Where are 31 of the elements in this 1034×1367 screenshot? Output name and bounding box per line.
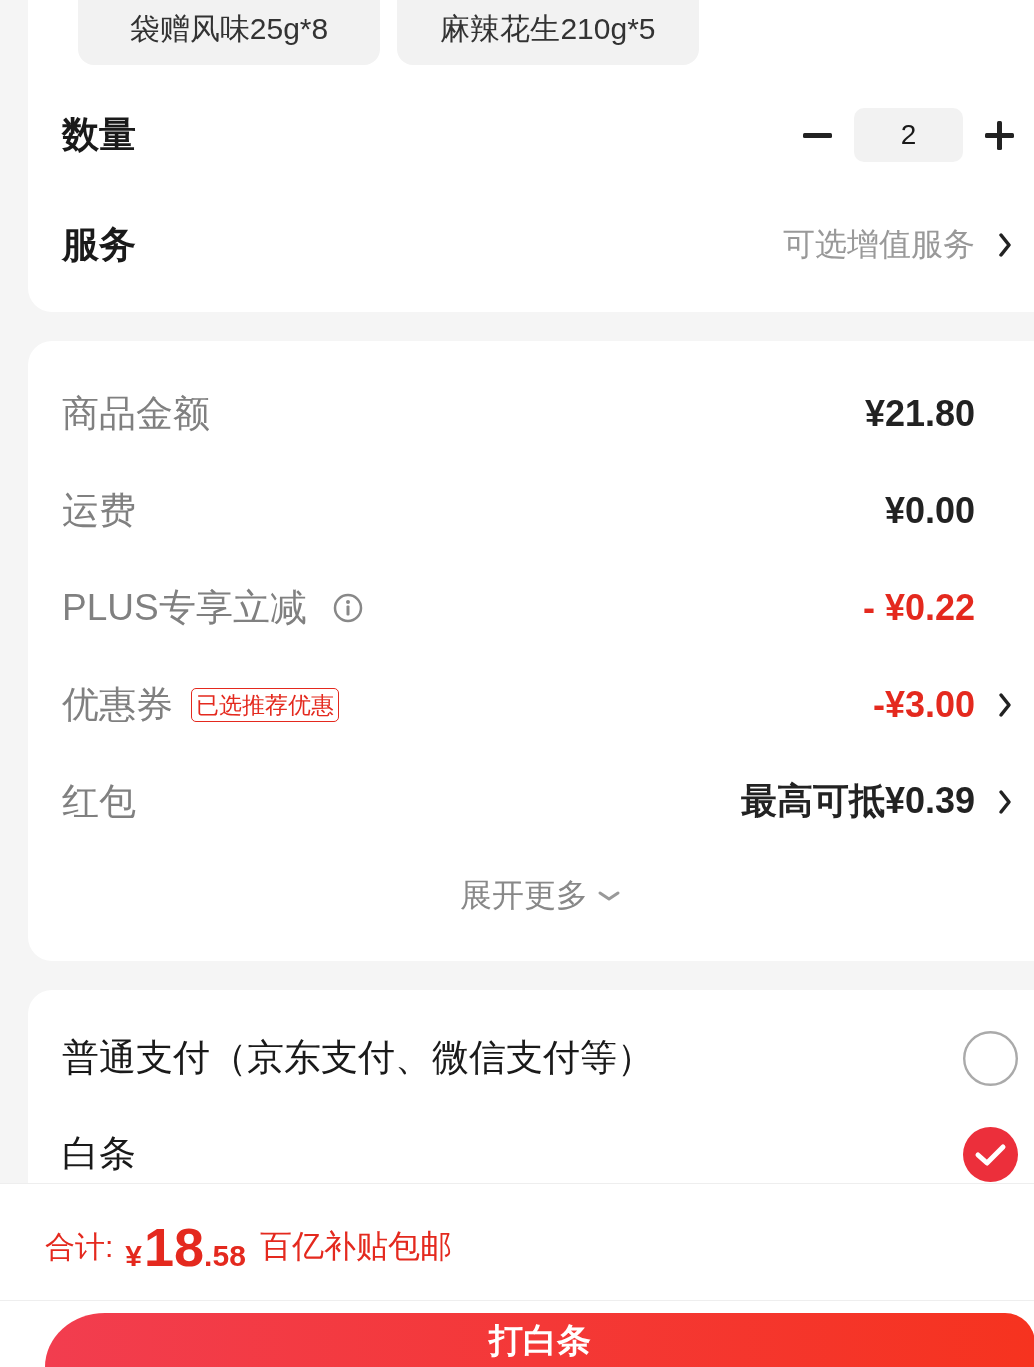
pay-button[interactable]: 打白条 (45, 1313, 1034, 1367)
price-label: 优惠券 (62, 682, 173, 727)
spec-option[interactable]: 袋赠风味25g*8 (78, 0, 380, 65)
subsidy-note: 百亿补贴包邮 (259, 1227, 452, 1266)
radio-icon[interactable] (963, 1030, 1018, 1086)
payment-option-label[interactable]: 普通支付（京东支付、微信支付等） (62, 1033, 654, 1083)
price-value[interactable]: -¥3.00 (872, 683, 975, 726)
coupon-status-label: 已选推荐优惠 (191, 687, 339, 722)
price-value[interactable]: 最高可抵¥0.39 (740, 777, 975, 826)
plus-button[interactable] (985, 120, 1014, 150)
quantity-label: 数量 (62, 113, 136, 157)
payment-option-label[interactable]: 白条 (62, 1129, 136, 1179)
price-value: ¥21.80 (864, 392, 975, 435)
price-label: 商品金额 (62, 391, 210, 436)
price-value: - ¥0.22 (862, 586, 975, 629)
price-label: PLUS专享立减 (62, 585, 307, 630)
spec-option[interactable]: 麻辣花生210g*5 (397, 0, 699, 65)
chevron-down-icon (598, 891, 620, 901)
info-icon[interactable] (332, 592, 363, 623)
price-value: ¥0.00 (884, 489, 975, 532)
quantity-field[interactable]: 2 (854, 108, 963, 162)
plus-icon (985, 120, 1014, 150)
expand-more-button[interactable]: 展开更多 (460, 874, 620, 918)
price-label: 运费 (62, 488, 136, 533)
service-label: 服务 (62, 223, 136, 267)
chevron-right-icon (998, 232, 1012, 258)
total-price: ¥18.58 (125, 1216, 246, 1278)
price-label: 红包 (62, 779, 136, 824)
total-label: 合计: (45, 1228, 114, 1265)
minus-icon (803, 132, 832, 138)
checked-radio-icon[interactable] (963, 1126, 1018, 1182)
